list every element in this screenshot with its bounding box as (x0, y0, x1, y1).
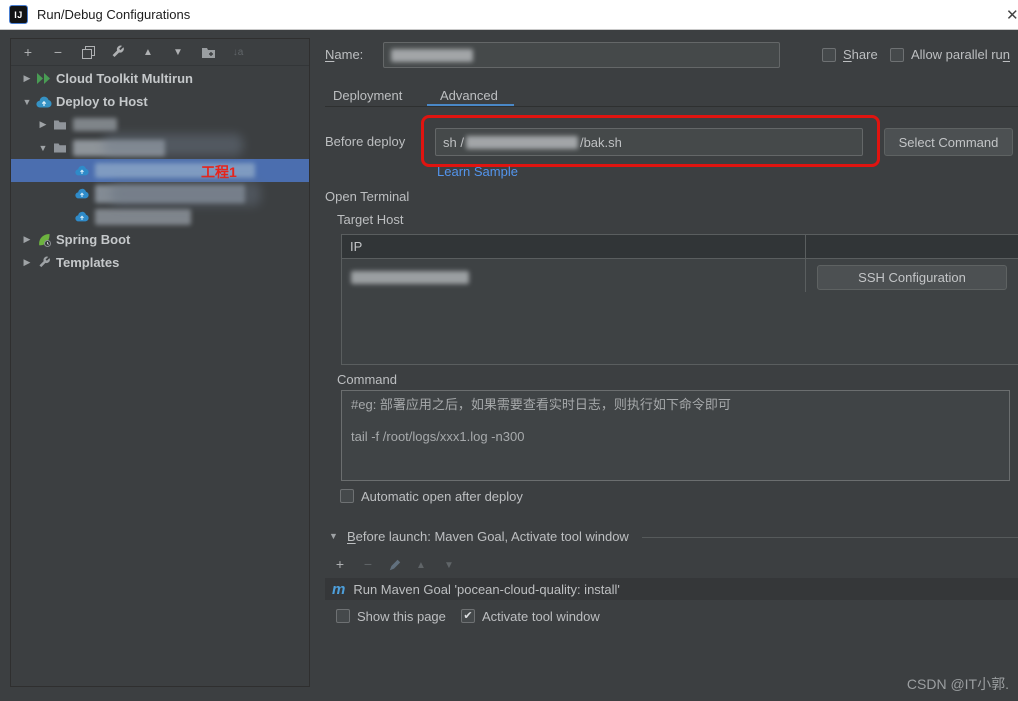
show-this-page-checkbox[interactable] (336, 609, 350, 623)
remove-icon[interactable]: − (50, 44, 66, 60)
target-host-table: IP SSH Configuration (341, 234, 1018, 365)
tree-item-deploy-to-host[interactable]: ▼ Deploy to Host (11, 90, 309, 113)
folder-icon (51, 119, 69, 131)
name-input[interactable] (383, 42, 780, 68)
close-icon[interactable]: ✕ (1006, 6, 1018, 24)
automatic-open-label: Automatic open after deploy (361, 489, 523, 504)
tree-item-folder-collapsed[interactable]: ▶ (11, 113, 309, 136)
redacted-name-value (391, 48, 473, 62)
deploy-cloud-icon (35, 96, 53, 108)
folder-icon (51, 142, 69, 154)
tree-item-folder-expanded[interactable]: ▼ (11, 136, 309, 159)
chevron-down-icon[interactable]: ▼ (35, 143, 51, 153)
titlebar: IJ Run/Debug Configurations ✕ (0, 0, 1018, 30)
select-command-button[interactable]: Select Command (884, 128, 1013, 156)
tree-item-deployment[interactable] (11, 182, 309, 205)
redacted-label (95, 208, 191, 225)
learn-sample-link[interactable]: Learn Sample (437, 164, 518, 179)
tree-item-selected-deployment[interactable]: 工程1 (11, 159, 309, 182)
sidebar-toolbar: + − ▲ ▼ ↓a (11, 39, 309, 66)
tabs-divider (325, 106, 1018, 107)
add-icon[interactable]: + (20, 44, 36, 60)
annotation-project1: 工程1 (201, 164, 237, 180)
multirun-icon (35, 73, 53, 84)
ssh-configuration-button[interactable]: SSH Configuration (817, 265, 1007, 290)
redacted-label (73, 139, 165, 156)
column-divider (805, 235, 806, 292)
new-folder-icon[interactable] (200, 44, 216, 60)
command-label: Command (337, 372, 397, 387)
show-this-page-label: Show this page (357, 609, 446, 624)
before-deploy-label: Before deploy (325, 134, 406, 149)
tab-advanced[interactable]: Advanced (440, 88, 498, 103)
chevron-down-icon[interactable]: ▼ (19, 97, 35, 107)
spring-boot-icon (35, 233, 53, 247)
name-label: Name: (325, 47, 364, 62)
collapse-section-icon[interactable]: ▼ (329, 531, 338, 541)
edit-settings-icon[interactable] (110, 44, 126, 60)
tree-item-label: Templates (56, 255, 120, 270)
redacted-ip-value (351, 271, 469, 284)
redacted-path (465, 135, 578, 149)
copy-icon[interactable] (80, 44, 96, 60)
tree-item-cloud-toolkit-multirun[interactable]: ▶ Cloud Toolkit Multirun (11, 67, 309, 90)
configurations-sidebar: + − ▲ ▼ ↓a ▶ Cloud Toolkit Multirun ▼ De… (10, 38, 310, 687)
redacted-label (73, 118, 117, 131)
task-up-icon[interactable]: ▲ (413, 557, 429, 573)
command-text-prefix: sh / (443, 134, 464, 150)
command-comment-line: #eg: 部署应用之后，如果需要查看实时日志，则执行如下命令即可 (351, 397, 731, 412)
move-down-icon[interactable]: ▼ (170, 44, 186, 60)
maven-task-label: Run Maven Goal 'pocean-cloud-quality: in… (353, 581, 620, 597)
tree-item-spring-boot[interactable]: ▶ Spring Boot (11, 228, 309, 251)
csdn-watermark: CSDN @IT小郭. (906, 676, 1009, 692)
sort-alphabetically-icon[interactable]: ↓a (230, 44, 246, 60)
command-textarea[interactable]: #eg: 部署应用之后，如果需要查看实时日志，则执行如下命令即可 tail -f… (341, 390, 1010, 481)
target-host-label: Target Host (337, 212, 404, 227)
command-tail-line: tail -f /root/logs/xxx1.log -n300 (351, 429, 525, 444)
window-title: Run/Debug Configurations (37, 7, 191, 22)
move-up-icon[interactable]: ▲ (140, 44, 156, 60)
open-terminal-label: Open Terminal (325, 189, 410, 204)
deploy-cloud-icon (73, 211, 91, 222)
allow-parallel-run-label: Allow parallel run (911, 47, 1010, 62)
redacted-label (95, 184, 245, 203)
maven-goal-task-row[interactable]: m Run Maven Goal 'pocean-cloud-quality: … (325, 578, 1018, 600)
templates-wrench-icon (35, 256, 53, 269)
chevron-right-icon[interactable]: ▶ (19, 257, 35, 268)
deploy-cloud-icon (73, 165, 91, 176)
command-text-suffix: /bak.sh (579, 134, 622, 150)
deploy-cloud-icon (73, 188, 91, 199)
activate-tool-window-label: Activate tool window (482, 609, 600, 624)
share-checkbox[interactable] (822, 48, 836, 62)
maven-icon: m (332, 580, 346, 598)
before-launch-label: Before launch: Maven Goal, Activate tool… (347, 529, 629, 544)
tree-item-templates[interactable]: ▶ Templates (11, 251, 309, 274)
remove-task-icon[interactable]: − (360, 556, 376, 572)
add-task-icon[interactable]: + (332, 556, 348, 572)
run-debug-configurations-dialog: IJ Run/Debug Configurations ✕ + − ▲ ▼ ↓a… (0, 0, 1018, 701)
tree-item-deployment[interactable] (11, 205, 309, 228)
tab-deployment[interactable]: Deployment (333, 88, 402, 103)
allow-parallel-run-checkbox[interactable] (890, 48, 904, 62)
ip-column-header: IP (342, 235, 1018, 259)
tree-item-label: Cloud Toolkit Multirun (56, 71, 193, 86)
before-deploy-input[interactable]: sh / /bak.sh (435, 128, 863, 156)
configurations-tree: ▶ Cloud Toolkit Multirun ▼ Deploy to Hos… (11, 67, 309, 274)
tree-item-label: Deploy to Host (56, 94, 148, 109)
tree-item-label: Spring Boot (56, 232, 131, 247)
task-down-icon[interactable]: ▼ (441, 557, 457, 573)
chevron-right-icon[interactable]: ▶ (19, 234, 35, 245)
automatic-open-checkbox[interactable] (340, 489, 354, 503)
before-launch-divider (642, 537, 1018, 538)
edit-task-icon[interactable] (387, 557, 403, 573)
chevron-right-icon[interactable]: ▶ (35, 119, 51, 130)
share-label: Share (843, 47, 878, 62)
activate-tool-window-checkbox[interactable]: ✔ (461, 609, 475, 623)
chevron-right-icon[interactable]: ▶ (19, 73, 35, 84)
intellij-logo-icon: IJ (9, 5, 28, 24)
